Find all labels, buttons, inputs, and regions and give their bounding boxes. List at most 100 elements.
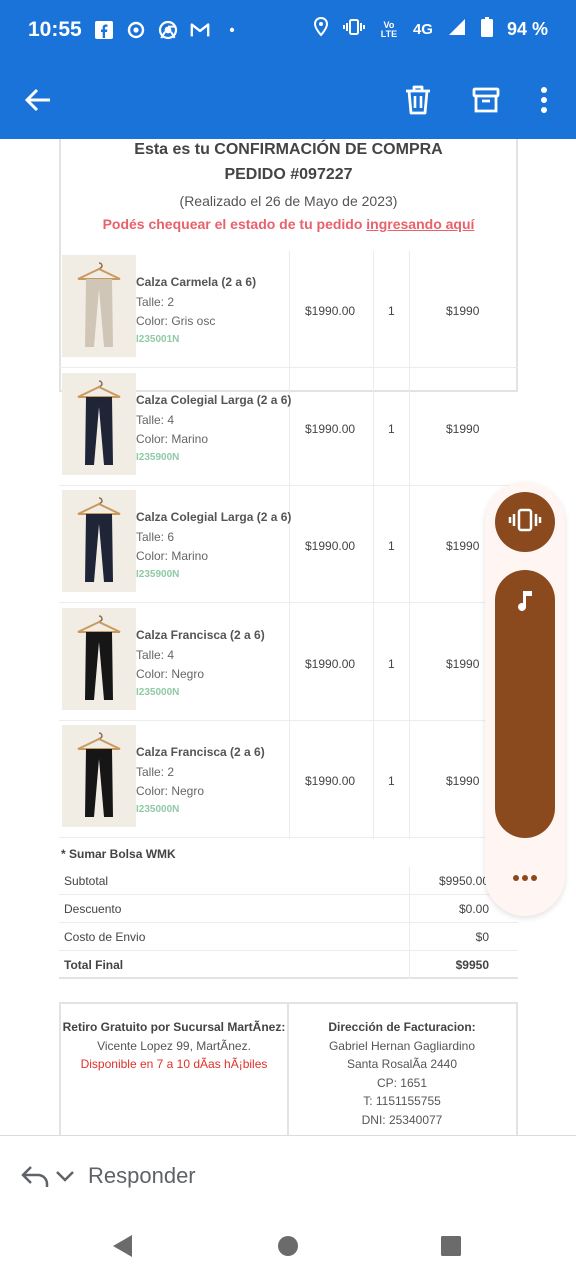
chrome-icon — [158, 20, 178, 40]
product-sku: I235000N — [136, 686, 180, 698]
order-status-text: Podés chequear el estado de tu pedido in… — [61, 213, 516, 235]
product-name: Calza Francisca (2 a 6) — [136, 627, 265, 642]
location-icon — [313, 16, 329, 42]
product-color: Color: Gris osc — [136, 314, 216, 328]
archive-icon[interactable] — [468, 82, 504, 118]
reply-icon[interactable] — [20, 1164, 50, 1195]
items-table: Calza Carmela (2 a 6) Talle: 2 Color: Gris… — [59, 251, 518, 839]
order-item-row: Calza Colegial Larga (2 a 6) Talle: 4 Colo… — [59, 369, 518, 486]
reply-button[interactable]: Responder — [88, 1163, 196, 1189]
product-price: $1990.00 — [305, 304, 356, 318]
product-sku: I235001N — [136, 334, 180, 345]
product-price: $1990.00 — [305, 656, 356, 671]
vibrate-status-icon — [342, 17, 365, 42]
product-qty: 1 — [388, 539, 395, 553]
product-qty: 1 — [388, 656, 395, 671]
ringer-panel — [485, 482, 565, 916]
product-total: $1990 — [446, 656, 480, 671]
recents-square-icon[interactable] — [440, 1235, 462, 1262]
product-size: Talle: 2 — [136, 295, 175, 309]
notification-dot: • — [229, 21, 235, 39]
product-name: Calza Colegial Larga (2 a 6) — [136, 510, 292, 524]
product-qty: 1 — [388, 304, 395, 318]
summary-row: Subtotal $9950.00 — [59, 867, 518, 895]
summary-label: Total Final — [64, 958, 124, 972]
summary-value: $9950.00 — [438, 874, 489, 888]
more-vert-icon[interactable] — [526, 82, 562, 118]
summary-label: Subtotal — [64, 874, 109, 888]
summary-divider — [409, 951, 410, 979]
product-total: $1990 — [446, 774, 480, 788]
summary-total-row: Total Final $9950 — [59, 951, 518, 979]
signal-icon — [447, 17, 467, 42]
order-number: PEDIDO #097227 — [224, 166, 353, 183]
address-section: Retiro Gratuito por Sucursal MartÃ­nez: … — [59, 1002, 518, 1135]
summary-value: $0.00 — [458, 902, 489, 916]
pickup-title: Retiro Gratuito por Sucursal MartÃ­nez: — [62, 1020, 286, 1034]
billing-cp: CP: 1651 — [376, 1075, 428, 1090]
confirmation-title: Esta es tu CONFIRMACIÓN DE COMPRA — [134, 141, 443, 158]
product-color: Color: Negro — [136, 784, 205, 798]
facebook-icon — [94, 20, 114, 40]
more-horiz-icon[interactable] — [495, 858, 555, 898]
music-note-icon — [515, 588, 535, 617]
product-size: Talle: 2 — [136, 765, 175, 779]
billing-dni: DNI: 25340077 — [361, 1112, 443, 1127]
billing-phone: T: 1151155755 — [363, 1094, 441, 1108]
summary-row: Costo de Envio $0 — [59, 923, 518, 951]
product-color: Color: Negro — [136, 666, 205, 681]
product-image — [62, 255, 136, 357]
billing-name: Gabriel Hernan Gagliardino — [328, 1038, 476, 1053]
product-sku: I235900N — [136, 569, 180, 580]
product-price: $1990.00 — [305, 421, 356, 436]
product-image — [62, 490, 136, 592]
status-prefix: Podés chequear el estado de tu pedido — [102, 216, 367, 232]
system-icons: Vo LTE 4G 94 % — [313, 16, 548, 42]
order-status-link[interactable]: ingresando aquí — [366, 216, 474, 232]
trash-icon[interactable] — [400, 82, 436, 118]
summary-divider — [409, 923, 410, 951]
chevron-down-icon[interactable] — [54, 1168, 76, 1189]
back-arrow-icon[interactable] — [20, 82, 56, 118]
notification-icons: • — [94, 20, 242, 40]
product-price: $1990.00 — [305, 539, 356, 553]
order-date: (Realizado el 26 de Mayo de 2023) — [179, 193, 398, 209]
app-bar — [0, 62, 576, 139]
product-image — [62, 372, 136, 475]
home-circle-icon[interactable] — [277, 1235, 299, 1262]
status-bar: 10:55 • Vo LTE 4G 94 % — [0, 0, 576, 62]
product-size: Talle: 4 — [136, 412, 175, 427]
pickup-address: Vicente Lopez 99, MartÃ­nez. — [97, 1038, 251, 1053]
product-sku: I235000N — [136, 804, 180, 815]
vibrate-icon — [508, 508, 542, 537]
instagram-icon — [126, 20, 146, 40]
volume-slider[interactable] — [495, 570, 555, 838]
pickup-availability: Disponible en 7 a 10 dÃ­as hÃ¡biles — [80, 1057, 268, 1071]
product-price: $1990.00 — [305, 774, 356, 788]
summary-value: $9950 — [455, 958, 489, 972]
product-name: Calza Francisca (2 a 6) — [136, 745, 265, 759]
pickup-info: Retiro Gratuito por Sucursal MartÃ­nez: … — [61, 1018, 287, 1074]
summary-divider — [409, 895, 410, 923]
product-total: $1990 — [446, 304, 480, 318]
status-time: 10:55 — [28, 18, 82, 41]
order-item-row: Calza Francisca (2 a 6) Talle: 2 Color: Ne… — [59, 721, 518, 838]
back-triangle-icon[interactable] — [112, 1234, 134, 1263]
product-color: Color: Marino — [136, 549, 209, 563]
product-qty: 1 — [388, 421, 395, 436]
email-body[interactable]: Esta es tu CONFIRMACIÓN DE COMPRA PEDIDO… — [0, 139, 576, 1135]
product-total: $1990 — [446, 421, 480, 436]
product-image — [62, 607, 136, 710]
product-size: Talle: 4 — [136, 647, 175, 662]
network-type: 4G — [412, 21, 433, 38]
order-item-row: Calza Colegial Larga (2 a 6) Talle: 6 Colo… — [59, 486, 518, 603]
billing-street: Santa RosalÃ­a 2440 — [346, 1057, 458, 1071]
gmail-icon — [190, 20, 210, 40]
product-name: Calza Colegial Larga (2 a 6) — [136, 392, 292, 407]
vibrate-toggle[interactable] — [495, 492, 555, 552]
reply-bar: Responder — [0, 1135, 576, 1217]
volte-icon: Vo LTE — [380, 19, 398, 39]
order-item-row: Calza Carmela (2 a 6) Talle: 2 Color: Gris… — [59, 251, 518, 368]
summary-row: Descuento $0.00 — [59, 895, 518, 923]
billing-info: Dirección de Facturacion: Gabriel Hernan… — [289, 1018, 515, 1129]
